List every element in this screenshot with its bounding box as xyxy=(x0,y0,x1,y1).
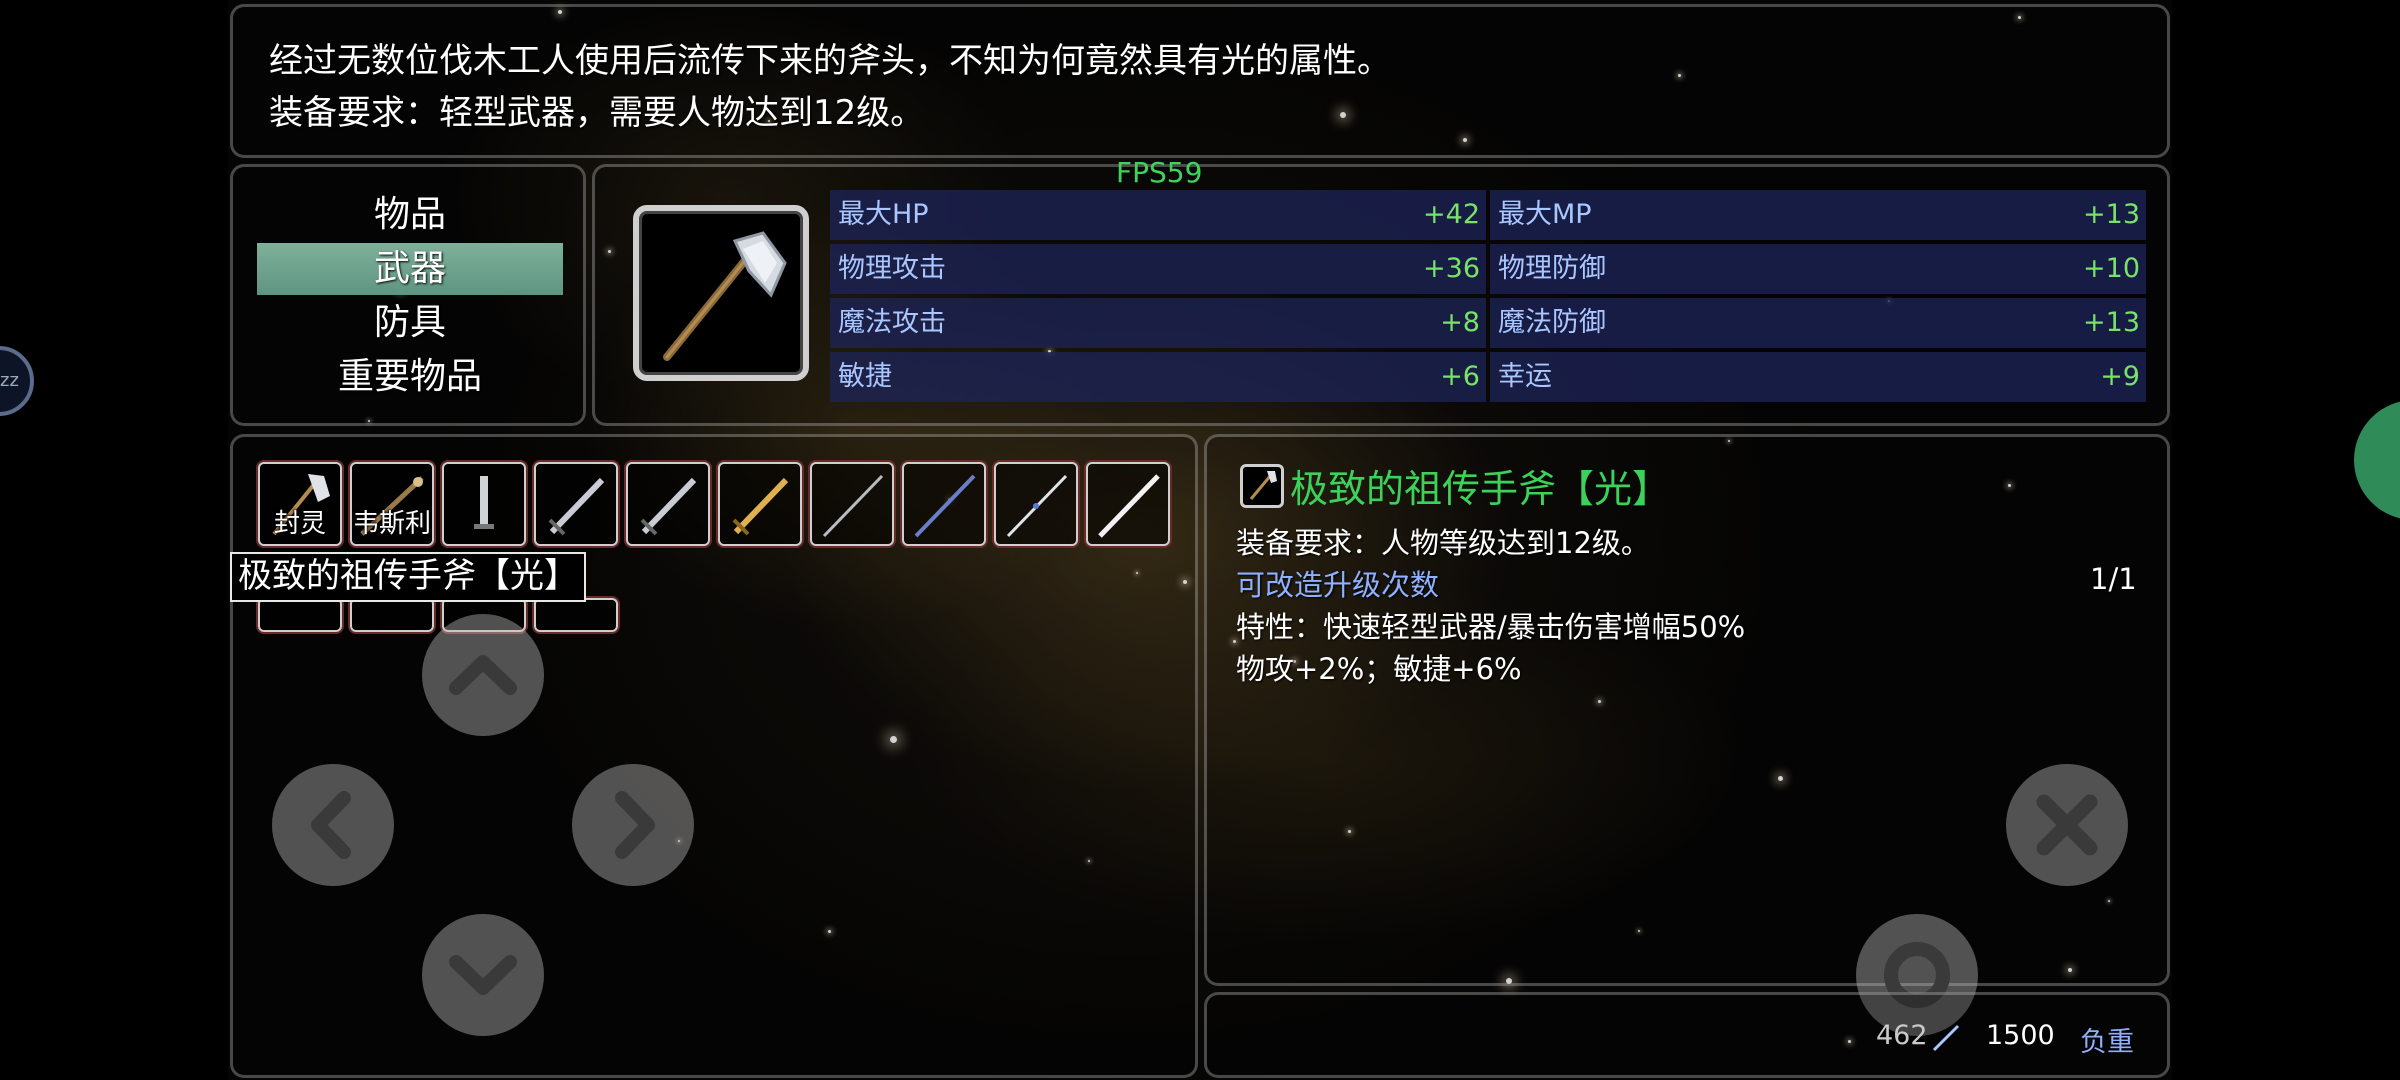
chevron-right-icon xyxy=(615,791,655,859)
stat-value: +10 xyxy=(2083,253,2140,284)
fps-counter: FPS59 xyxy=(1116,156,1203,189)
chat-bubble-icon[interactable] xyxy=(2354,400,2400,520)
stat-value: +6 xyxy=(1440,361,1480,392)
stat-max-hp: 最大HP +42 xyxy=(830,190,1486,240)
stat-label: 物理攻击 xyxy=(838,253,946,284)
stat-label: 物理防御 xyxy=(1498,253,1606,284)
inventory-slot[interactable]: 封灵 xyxy=(258,462,342,546)
hand-axe-icon xyxy=(1249,471,1277,500)
inventory-slot[interactable] xyxy=(534,598,618,632)
inventory-slot[interactable] xyxy=(718,462,802,546)
category-menu: 物品 武器 防具 重要物品 xyxy=(230,164,586,426)
weight-current: 462 xyxy=(1876,1020,1928,1051)
stat-magic-attack: 魔法攻击 +8 xyxy=(830,298,1486,348)
stat-physical-defense: 物理防御 +10 xyxy=(1490,244,2146,294)
stat-physical-attack: 物理攻击 +36 xyxy=(830,244,1486,294)
dagger-icon xyxy=(474,476,494,529)
stat-label: 魔法攻击 xyxy=(838,307,946,338)
inventory-slot[interactable] xyxy=(810,462,894,546)
weight-label: 负重 xyxy=(2080,1027,2134,1058)
inventory-slot[interactable] xyxy=(1086,462,1170,546)
stat-value: +36 xyxy=(1423,253,1480,284)
inventory-slot[interactable] xyxy=(442,462,526,546)
stat-value: +42 xyxy=(1423,199,1480,230)
white-blade-icon xyxy=(1098,474,1160,538)
weight-max: 1500 xyxy=(1986,1020,2055,1051)
blue-blade-icon xyxy=(914,474,976,538)
spear-icon xyxy=(1006,474,1068,538)
stat-luck: 幸运 +9 xyxy=(1490,352,2146,402)
chevron-up-icon xyxy=(449,655,517,695)
stat-max-mp: 最大MP +13 xyxy=(1490,190,2146,240)
chevron-down-icon xyxy=(449,955,517,995)
dpad-left-button[interactable] xyxy=(272,764,394,886)
category-armor[interactable]: 防具 xyxy=(257,297,563,349)
stat-label: 幸运 xyxy=(1498,361,1552,392)
detail-trait: 特性：快速轻型武器/暴击伤害增幅50% xyxy=(1236,610,1746,644)
item-tooltip: 极致的祖传手斧【光】 xyxy=(230,552,586,602)
sword-icon xyxy=(640,477,697,536)
dpad-right-button[interactable] xyxy=(572,764,694,886)
inventory-slot[interactable] xyxy=(994,462,1078,546)
stat-agility: 敏捷 +6 xyxy=(830,352,1486,402)
stat-value: +9 xyxy=(2100,361,2140,392)
golden-sword-icon xyxy=(732,477,789,536)
stat-value: +8 xyxy=(1440,307,1480,338)
item-description-panel: 经过无数位伐木工人使用后流传下来的斧头，不知为何竟然具有光的属性。 装备要求：轻… xyxy=(230,4,2170,158)
inventory-slot[interactable] xyxy=(258,598,342,632)
inventory-slot[interactable] xyxy=(902,462,986,546)
chevron-left-icon xyxy=(311,791,351,859)
floating-assistant-text: zz xyxy=(0,370,19,391)
stat-label: 最大MP xyxy=(1498,199,1592,230)
stat-magic-defense: 魔法防御 +13 xyxy=(1490,298,2146,348)
hand-axe-icon xyxy=(663,231,787,361)
detail-upgrade-label: 可改造升级次数 xyxy=(1236,568,1440,602)
description-line-2: 装备要求：轻型武器，需要人物达到12级。 xyxy=(269,93,925,133)
stat-label: 敏捷 xyxy=(838,361,892,392)
category-key-items[interactable]: 重要物品 xyxy=(257,351,563,403)
stat-value: +13 xyxy=(2083,307,2140,338)
dpad-down-button[interactable] xyxy=(422,914,544,1036)
katana-icon xyxy=(822,474,884,538)
description-line-1: 经过无数位伐木工人使用后流传下来的斧头，不知为何竟然具有光的属性。 xyxy=(269,41,1391,81)
detail-bonus: 物攻+2%；敏捷+6% xyxy=(1236,652,1522,686)
slot-label: 封灵 xyxy=(273,509,326,539)
detail-upgrade-count: 1/1 xyxy=(2090,562,2137,596)
item-detail-panel xyxy=(1204,434,2170,986)
close-icon xyxy=(2036,794,2098,856)
close-button[interactable] xyxy=(2006,764,2128,886)
category-items[interactable]: 物品 xyxy=(257,189,563,241)
detail-item-icon xyxy=(1240,464,1284,508)
sword-icon xyxy=(548,477,605,536)
game-viewport: 经过无数位伐木工人使用后流传下来的斧头，不知为何竟然具有光的属性。 装备要求：轻… xyxy=(228,0,2172,1080)
slash-divider-icon xyxy=(1932,1024,1960,1052)
inventory-slot[interactable] xyxy=(534,462,618,546)
stat-value: +13 xyxy=(2083,199,2140,230)
inventory-slot[interactable] xyxy=(626,462,710,546)
stat-label: 最大HP xyxy=(838,199,929,230)
detail-item-name: 极致的祖传手斧【光】 xyxy=(1290,467,1671,511)
selected-weapon-portrait xyxy=(633,205,809,381)
detail-requirement: 装备要求：人物等级达到12级。 xyxy=(1236,526,1650,560)
stat-label: 魔法防御 xyxy=(1498,307,1606,338)
slot-label: 韦斯利 xyxy=(352,509,431,539)
category-weapons[interactable]: 武器 xyxy=(257,243,563,295)
inventory-slot[interactable]: 韦斯利 xyxy=(350,462,434,546)
screen: zz 经过无数位伐木工人使用后流传下来的斧头，不知为何竟然具有光的属性。 装备要… xyxy=(0,0,2400,1080)
dpad-up-button[interactable] xyxy=(422,614,544,736)
